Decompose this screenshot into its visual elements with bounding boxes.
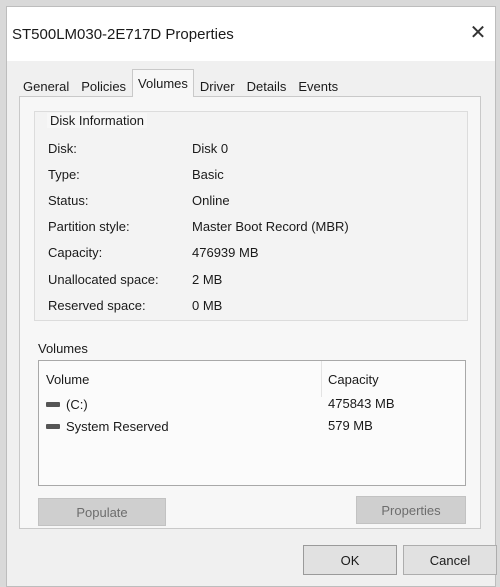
tab-strip: General Policies Volumes Driver Details … bbox=[17, 69, 344, 97]
disk-information-title: Disk Information bbox=[47, 113, 147, 128]
disk-label: Disk: bbox=[48, 141, 77, 156]
volume-capacity: 579 MB bbox=[328, 418, 373, 433]
partition-style-label: Partition style: bbox=[48, 219, 130, 234]
tab-general[interactable]: General bbox=[17, 73, 75, 97]
volume-row-c[interactable]: (C:) bbox=[46, 396, 88, 412]
tab-details[interactable]: Details bbox=[241, 73, 293, 97]
volumes-list[interactable]: Volume Capacity (C:) 475843 MB System Re… bbox=[38, 360, 466, 486]
unallocated-space-label: Unallocated space: bbox=[48, 272, 159, 287]
partition-style-value: Master Boot Record (MBR) bbox=[192, 219, 349, 234]
cancel-button[interactable]: Cancel bbox=[403, 545, 497, 575]
volume-capacity: 475843 MB bbox=[328, 396, 395, 411]
volume-name: (C:) bbox=[66, 396, 88, 412]
status-value: Online bbox=[192, 193, 230, 208]
volume-name: System Reserved bbox=[66, 418, 169, 434]
volume-row-system-reserved[interactable]: System Reserved bbox=[46, 418, 169, 434]
disk-information-group bbox=[34, 111, 468, 321]
close-button[interactable]: ✕ bbox=[465, 19, 491, 45]
ok-button[interactable]: OK bbox=[303, 545, 397, 575]
drive-icon bbox=[46, 401, 60, 407]
column-separator[interactable] bbox=[321, 361, 322, 397]
volumes-tab-panel: Disk Information Disk: Disk 0 Type: Basi… bbox=[19, 96, 481, 529]
reserved-space-label: Reserved space: bbox=[48, 298, 146, 313]
disk-value: Disk 0 bbox=[192, 141, 229, 156]
tab-driver[interactable]: Driver bbox=[194, 73, 241, 97]
tab-volumes[interactable]: Volumes bbox=[132, 69, 194, 97]
reserved-space-value: 0 MB bbox=[192, 298, 223, 313]
close-icon: ✕ bbox=[469, 21, 487, 44]
volumes-title: Volumes bbox=[38, 341, 88, 356]
window-title: ST500LM030-2E717D Properties bbox=[12, 26, 234, 43]
type-value: Basic bbox=[192, 167, 224, 182]
populate-button[interactable]: Populate bbox=[38, 498, 166, 526]
tab-policies[interactable]: Policies bbox=[75, 73, 132, 97]
title-bar: ST500LM030-2E717D Properties ✕ bbox=[7, 7, 495, 61]
properties-dialog: ST500LM030-2E717D Properties ✕ General P… bbox=[6, 6, 497, 587]
properties-button[interactable]: Properties bbox=[356, 496, 466, 524]
drive-icon bbox=[46, 423, 60, 429]
type-label: Type: bbox=[48, 167, 80, 182]
status-label: Status: bbox=[48, 193, 89, 208]
column-header-capacity[interactable]: Capacity bbox=[328, 372, 379, 387]
column-header-volume[interactable]: Volume bbox=[46, 372, 89, 387]
capacity-value: 476939 MB bbox=[192, 245, 259, 260]
tab-events[interactable]: Events bbox=[292, 73, 344, 97]
unallocated-space-value: 2 MB bbox=[192, 272, 223, 287]
capacity-label: Capacity: bbox=[48, 245, 103, 260]
